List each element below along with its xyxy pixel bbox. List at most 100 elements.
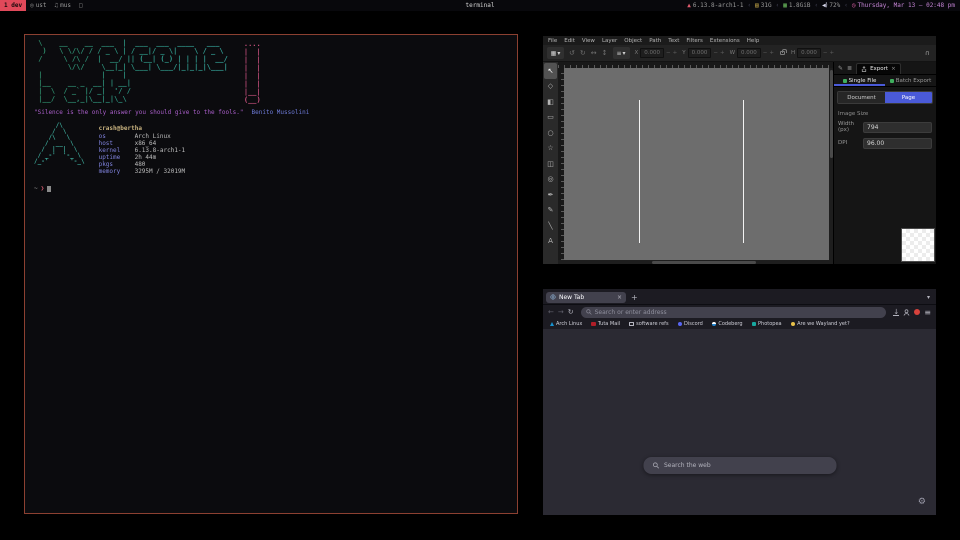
tab-batch-export[interactable]: Batch Export xyxy=(885,75,936,86)
plus-button[interactable]: + xyxy=(720,50,725,56)
download-icon[interactable]: ↓ xyxy=(893,309,899,316)
layers-dialog-icon[interactable]: ≣ xyxy=(847,65,852,74)
account-icon[interactable] xyxy=(903,309,910,316)
reload-button[interactable]: ↻ xyxy=(568,308,574,316)
web-search-input[interactable]: Search the web xyxy=(643,457,836,474)
box-3d-tool-icon[interactable]: ◫ xyxy=(544,156,557,172)
text-tool-icon[interactable]: A xyxy=(544,234,557,250)
menu-text[interactable]: Text xyxy=(668,38,679,44)
flip-vertical-icon[interactable]: ↕ xyxy=(602,49,608,57)
rotate-cw-icon[interactable]: ↻ xyxy=(580,49,586,57)
forward-button[interactable]: → xyxy=(558,308,564,316)
workspace-label: ust xyxy=(36,2,47,9)
selector-tool-icon[interactable]: ↖ xyxy=(544,63,557,79)
lock-ratio-icon[interactable] xyxy=(780,51,785,55)
close-icon[interactable]: × xyxy=(891,66,896,72)
arch-ascii-logo: /\ / \ /\ \ / __ \ / | | \ / _-' '-_ \ /… xyxy=(34,123,85,175)
y-spinbox[interactable]: Y 0.000 − + xyxy=(682,48,724,58)
menu-filters[interactable]: Filters xyxy=(686,38,703,44)
y-value[interactable]: 0.000 xyxy=(688,48,712,58)
page-button[interactable]: Page xyxy=(885,92,932,103)
pen-tool-icon[interactable]: ✒ xyxy=(544,187,557,203)
separator: ‹ xyxy=(747,2,751,9)
rotate-ccw-icon[interactable]: ↺ xyxy=(569,49,575,57)
bookmark-folder-software-refs[interactable]: software refs xyxy=(629,321,668,327)
extension-icon[interactable] xyxy=(914,309,920,315)
export-dialog-tab[interactable]: Export × xyxy=(856,63,901,74)
w-spinbox[interactable]: W 0.000 − + xyxy=(730,48,774,58)
chevron-down-icon: ▾ xyxy=(557,50,560,57)
h-spinbox[interactable]: H 0.000 − + xyxy=(791,48,834,58)
menu-file[interactable]: File xyxy=(548,38,557,44)
menu-path[interactable]: Path xyxy=(649,38,661,44)
shape-builder-tool-icon[interactable]: ◧ xyxy=(544,94,557,110)
pencil-dialog-icon[interactable]: ✎ xyxy=(838,65,843,74)
h-value[interactable]: 0.000 xyxy=(797,48,821,58)
minus-button[interactable]: − xyxy=(666,50,671,56)
align-dropdown[interactable]: ≡▾ xyxy=(613,47,630,59)
minus-button[interactable]: − xyxy=(823,50,828,56)
bookmark-are-we-wayland-yet[interactable]: Are we Wayland yet? xyxy=(791,321,850,327)
workspace-ust[interactable]: ◎ ust xyxy=(26,0,50,11)
menu-view[interactable]: View xyxy=(582,38,595,44)
menu-extensions[interactable]: Extensions xyxy=(710,38,740,44)
tab-single-file[interactable]: Single File xyxy=(834,75,885,86)
bookmark-codeberg[interactable]: Codeberg xyxy=(712,321,743,327)
dpi-row: DPI 96.00 xyxy=(838,138,932,149)
list-tabs-chevron-icon[interactable]: ▾ xyxy=(927,294,933,301)
bookmark-photopea[interactable]: Photopea xyxy=(752,321,782,327)
memory-text: 1.8GiB xyxy=(789,2,811,9)
back-button[interactable]: ← xyxy=(548,308,554,316)
document-button[interactable]: Document xyxy=(838,92,885,103)
snap-toggle-icon[interactable]: ∩ xyxy=(925,49,932,57)
spiral-tool-icon[interactable]: ◎ xyxy=(544,172,557,188)
new-tab-button[interactable]: + xyxy=(629,293,640,302)
canvas-horizontal-scrollbar[interactable] xyxy=(558,260,833,264)
disk-module: ▤ 31G xyxy=(755,2,771,9)
bookmark-label: Arch Linux xyxy=(556,321,582,327)
tab-new-tab[interactable]: New Tab × xyxy=(546,292,626,303)
plus-button[interactable]: + xyxy=(830,50,835,56)
menu-help[interactable]: Help xyxy=(747,38,760,44)
h-label: H xyxy=(791,50,795,56)
x-value[interactable]: 0.000 xyxy=(640,48,664,58)
menu-object[interactable]: Object xyxy=(624,38,642,44)
rectangle-tool-icon[interactable]: ▭ xyxy=(544,110,557,126)
fetch-label: memory xyxy=(99,168,135,175)
export-icon xyxy=(861,66,867,72)
minus-button[interactable]: − xyxy=(713,50,718,56)
plus-button[interactable]: + xyxy=(769,50,774,56)
bookmark-discord[interactable]: Discord xyxy=(678,321,703,327)
close-icon[interactable]: × xyxy=(617,294,622,301)
url-bar[interactable]: Search or enter address xyxy=(581,307,887,318)
width-input[interactable]: 794 xyxy=(863,122,932,133)
volume-text: 72% xyxy=(829,2,840,9)
node-editor-tool-icon[interactable]: ◇ xyxy=(544,79,557,95)
workspace-dev[interactable]: 1 dev xyxy=(0,0,26,11)
star-tool-icon[interactable]: ☆ xyxy=(544,141,557,157)
bookmark-tuta-mail[interactable]: Tuta Mail xyxy=(591,321,620,327)
minus-button[interactable]: − xyxy=(763,50,768,56)
bookmark-arch-linux[interactable]: Arch Linux xyxy=(550,321,582,327)
volume-module: ◀) 72% xyxy=(822,2,840,9)
flip-horizontal-icon[interactable]: ↔ xyxy=(591,49,597,57)
gear-icon[interactable]: ⚙ xyxy=(918,497,926,507)
scrollbar-thumb[interactable] xyxy=(652,261,757,264)
menu-edit[interactable]: Edit xyxy=(564,38,575,44)
tool-options-button[interactable]: ▦▾ xyxy=(547,47,564,59)
plus-button[interactable]: + xyxy=(673,50,678,56)
workspace-mus[interactable]: ♫ mus xyxy=(51,0,75,11)
workspace-empty[interactable]: □ xyxy=(75,0,87,11)
menu-layer[interactable]: Layer xyxy=(602,38,617,44)
w-value[interactable]: 0.000 xyxy=(737,48,761,58)
dpi-input[interactable]: 96.00 xyxy=(863,138,932,149)
ellipse-tool-icon[interactable]: ○ xyxy=(544,125,557,141)
pencil-tool-icon[interactable]: ✎ xyxy=(544,203,557,219)
inkscape-canvas[interactable] xyxy=(564,68,829,260)
x-spinbox[interactable]: X 0.000 − + xyxy=(635,48,678,58)
menu-button[interactable]: ≡ xyxy=(924,308,931,317)
terminal-window[interactable]: \ __ __ ___ | ___ ___ ____ ___ ) \ \/\/ … xyxy=(24,34,518,514)
shell-prompt[interactable]: ~ ❯ xyxy=(34,185,508,192)
w-label: W xyxy=(730,50,735,56)
calligraphy-tool-icon[interactable]: ╲ xyxy=(544,218,557,234)
